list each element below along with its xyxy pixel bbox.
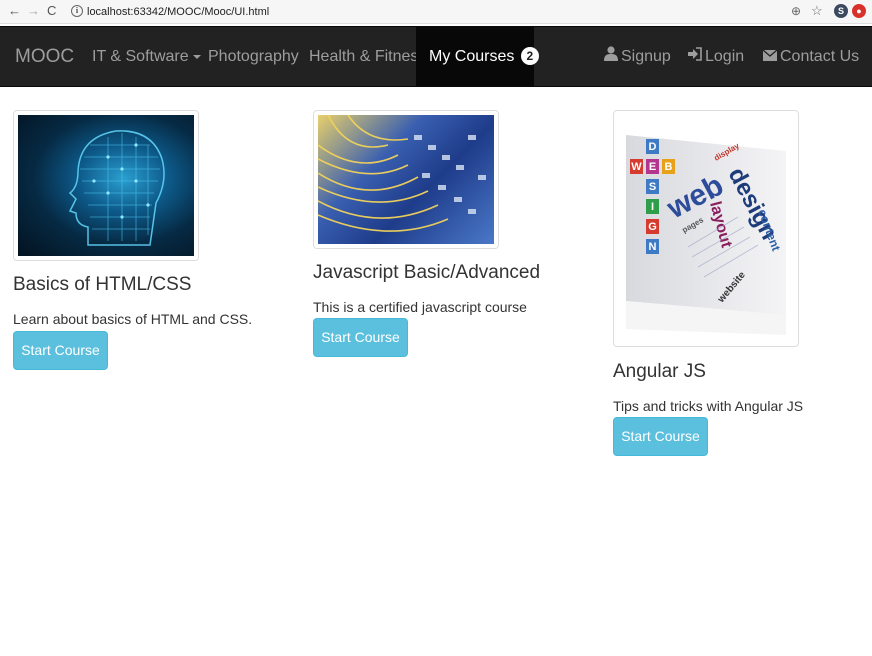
- start-course-button[interactable]: Start Course: [13, 331, 108, 370]
- web-letter: W: [631, 161, 642, 173]
- address-bar[interactable]: localhost:63342/MOOC/Mooc/UI.html: [87, 5, 269, 19]
- start-course-button[interactable]: Start Course: [313, 318, 408, 357]
- login-icon: [687, 27, 702, 86]
- zoom-icon[interactable]: ⊕: [791, 4, 801, 18]
- course-count-badge: 2: [520, 47, 539, 65]
- info-icon[interactable]: i: [71, 5, 83, 17]
- nav-health-fitness[interactable]: Health & Fitness: [309, 27, 426, 86]
- nav-login[interactable]: Login: [687, 27, 744, 86]
- course-description: This is a certified javascript course: [313, 299, 527, 315]
- design-letter: D: [649, 141, 657, 153]
- nav-it-software-dropdown[interactable]: IT & Software: [92, 27, 201, 86]
- web-design-image: D S I G N W E B web design layout conten…: [618, 115, 794, 342]
- course-thumbnail[interactable]: [313, 110, 499, 249]
- brand-logo[interactable]: MOOC: [15, 27, 74, 86]
- web-letter: B: [665, 161, 673, 173]
- nav-my-courses[interactable]: My Courses 2: [416, 27, 539, 86]
- caret-down-icon: [192, 54, 201, 59]
- course-thumbnail[interactable]: [13, 110, 199, 261]
- forward-arrow-icon[interactable]: →: [27, 3, 40, 19]
- ai-head-image: [18, 115, 194, 256]
- contact-us-label: Contact Us: [780, 48, 860, 65]
- course-description: Learn about basics of HTML and CSS.: [13, 311, 253, 327]
- course-title: Angular JS: [613, 361, 706, 382]
- web-letter: E: [649, 161, 656, 173]
- user-icon: [604, 27, 618, 86]
- design-letter: G: [648, 221, 657, 233]
- browser-toolbar: ← → C i localhost:63342/MOOC/Mooc/UI.htm…: [0, 0, 872, 24]
- reload-icon[interactable]: C: [47, 3, 56, 19]
- extension-red-icon[interactable]: ●: [852, 4, 866, 18]
- signup-label: Signup: [621, 48, 671, 65]
- nav-it-software-label: IT & Software: [92, 48, 189, 65]
- envelope-icon: [762, 27, 778, 86]
- course-title: Basics of HTML/CSS: [13, 274, 192, 295]
- course-title: Javascript Basic/Advanced: [313, 262, 541, 283]
- course-thumbnail[interactable]: D S I G N W E B web design layout conten…: [613, 110, 799, 347]
- network-cables-image: [318, 115, 494, 244]
- design-letter: I: [651, 201, 654, 213]
- back-arrow-icon[interactable]: ←: [8, 3, 21, 19]
- nav-signup[interactable]: Signup: [604, 27, 671, 86]
- start-course-button[interactable]: Start Course: [613, 417, 708, 456]
- extension-s-icon[interactable]: S: [834, 4, 848, 18]
- design-letter: S: [649, 181, 656, 193]
- login-label: Login: [705, 48, 745, 65]
- course-description: Tips and tricks with Angular JS: [613, 398, 804, 414]
- nav-contact-us[interactable]: Contact Us: [762, 27, 860, 86]
- nav-photography[interactable]: Photography: [208, 27, 299, 86]
- design-letter: N: [649, 241, 657, 253]
- bookmark-star-icon[interactable]: ☆: [811, 3, 823, 19]
- main-navbar: MOOC IT & Software Photography Health & …: [0, 26, 872, 87]
- nav-my-courses-label: My Courses: [429, 48, 515, 65]
